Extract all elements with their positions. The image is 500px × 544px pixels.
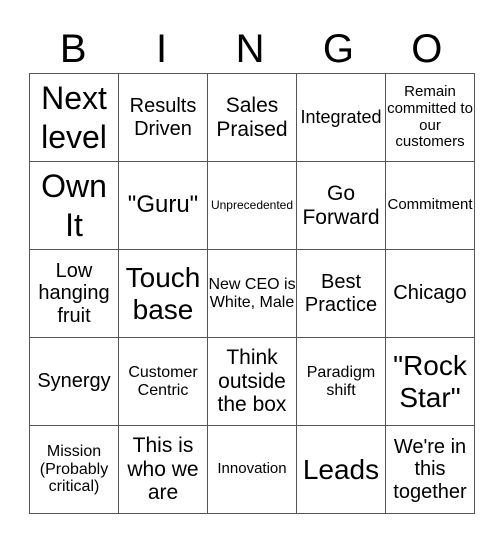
grid-row: Mission (Probably critical) This is who … (29, 425, 475, 514)
bingo-header: B I N G O (29, 24, 471, 74)
bingo-cell[interactable]: "Rock Star" (385, 337, 475, 426)
bingo-cell[interactable]: Results Driven (118, 73, 208, 162)
bingo-cell[interactable]: New CEO is White, Male (207, 249, 297, 338)
grid-row: Own It "Guru" Unprecedented Go Forward C… (29, 161, 475, 250)
grid-row: Next level Results Driven Sales Praised … (29, 73, 475, 162)
grid-row: Synergy Customer Centric Think outside t… (29, 337, 475, 426)
bingo-cell[interactable]: Synergy (29, 337, 119, 426)
bingo-cell[interactable]: Paradigm shift (296, 337, 386, 426)
bingo-cell[interactable]: Low hanging fruit (29, 249, 119, 338)
bingo-cell[interactable]: Customer Centric (118, 337, 208, 426)
bingo-cell[interactable]: Own It (29, 161, 119, 250)
bingo-cell[interactable]: Best Practice (296, 249, 386, 338)
header-letter-o: O (411, 27, 443, 71)
bingo-cell[interactable]: Chicago (385, 249, 475, 338)
bingo-cell[interactable]: Go Forward (296, 161, 386, 250)
header-letter-b: B (59, 27, 87, 71)
bingo-cell[interactable]: Unprecedented (207, 161, 297, 250)
grid-row: Low hanging fruit Touch base New CEO is … (29, 249, 475, 338)
bingo-cell[interactable]: Mission (Probably critical) (29, 425, 119, 514)
bingo-cell[interactable]: Think outside the box (207, 337, 297, 426)
bingo-cell[interactable]: "Guru" (118, 161, 208, 250)
bingo-cell[interactable]: Leads (296, 425, 386, 514)
bingo-cell[interactable]: Remain committed to our customers (385, 73, 475, 162)
header-letter-n: N (235, 27, 265, 71)
bingo-cell[interactable]: Next level (29, 73, 119, 162)
header-letter-g: G (322, 27, 354, 71)
bingo-cell[interactable]: Sales Praised (207, 73, 297, 162)
bingo-cell[interactable]: Innovation (207, 425, 297, 514)
bingo-cell[interactable]: We're in this together (385, 425, 475, 514)
bingo-grid: Next level Results Driven Sales Praised … (29, 73, 475, 514)
bingo-cell[interactable]: Commitment (385, 161, 475, 250)
header-letter-i: I (156, 27, 168, 71)
bingo-cell[interactable]: This is who we are (118, 425, 208, 514)
bingo-cell[interactable]: Integrated (296, 73, 386, 162)
bingo-cell[interactable]: Touch base (118, 249, 208, 338)
